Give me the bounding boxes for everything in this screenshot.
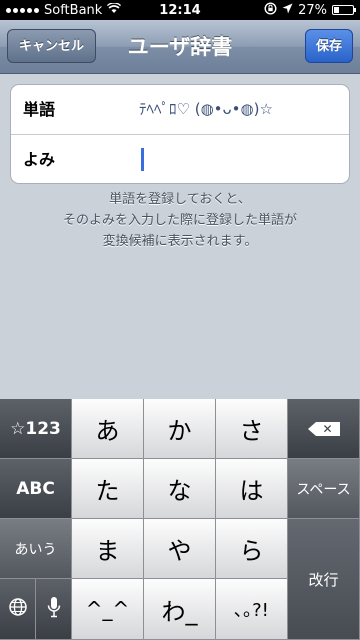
microphone-key[interactable]: [36, 579, 72, 640]
numbers-key[interactable]: ☆123: [0, 399, 72, 459]
word-entry-form: 単語 ﾃﾍﾍﾟﾛ♡ (◍•ᴗ•◍)☆ よみ: [10, 84, 350, 184]
help-line-2: そのよみを入力した際に登録した単語が: [62, 213, 297, 228]
key-sa[interactable]: さ: [216, 399, 288, 459]
help-line-1: 単語を登録しておくと、: [109, 192, 251, 207]
text-cursor: [141, 148, 144, 171]
key-punctuation[interactable]: ､｡?!: [216, 579, 288, 640]
word-field[interactable]: ﾃﾍﾍﾟﾛ♡ (◍•ᴗ•◍)☆: [139, 85, 273, 134]
return-key[interactable]: 改行: [288, 519, 360, 640]
key-ra[interactable]: ら: [216, 519, 288, 579]
space-key[interactable]: スペース: [288, 459, 360, 519]
microphone-icon: [47, 596, 61, 623]
key-ya[interactable]: や: [144, 519, 216, 579]
carrier-name: SoftBank: [44, 2, 103, 18]
key-wa[interactable]: わ_: [144, 579, 216, 640]
help-line-3: 変換候補に表示されます。: [102, 234, 258, 249]
reading-row[interactable]: よみ: [11, 135, 349, 184]
status-bar: SoftBank 12:14 27%: [0, 0, 360, 20]
battery-icon: [332, 5, 356, 15]
key-ka[interactable]: か: [144, 399, 216, 459]
key-a[interactable]: あ: [72, 399, 144, 459]
save-button[interactable]: 保存: [305, 29, 353, 63]
globe-key[interactable]: [0, 579, 36, 640]
rotation-lock-icon: [264, 1, 277, 19]
help-text: 単語を登録しておくと、 そのよみを入力した際に登録した単語が 変換候補に表示され…: [0, 189, 360, 252]
key-emoticon[interactable]: ^_^: [72, 579, 144, 640]
status-right: 27%: [264, 1, 356, 19]
backspace-icon: ✕: [307, 421, 340, 436]
backspace-key[interactable]: ✕: [288, 399, 360, 459]
location-arrow-icon: [282, 3, 293, 18]
key-na[interactable]: な: [144, 459, 216, 519]
kana-key[interactable]: あいう: [0, 519, 72, 579]
abc-key[interactable]: ABC: [0, 459, 72, 519]
status-left: SoftBank: [6, 1, 122, 18]
cancel-button[interactable]: キャンセル: [7, 29, 96, 63]
signal-strength-icon: [6, 7, 39, 13]
word-row[interactable]: 単語 ﾃﾍﾍﾟﾛ♡ (◍•ᴗ•◍)☆: [11, 85, 349, 135]
reading-label: よみ: [23, 150, 56, 169]
kana-keyboard: ☆123 ABC あいう あ か さ た な は ま や ら ^_^ わ_ ､｡…: [0, 399, 360, 640]
key-ha[interactable]: は: [216, 459, 288, 519]
battery-percent: 27%: [298, 2, 327, 18]
word-label: 単語: [23, 100, 56, 119]
key-ma[interactable]: ま: [72, 519, 144, 579]
wifi-icon: [107, 1, 122, 18]
globe-icon: [8, 597, 28, 622]
key-ta[interactable]: た: [72, 459, 144, 519]
navigation-bar: ユーザ辞書 キャンセル 保存: [0, 20, 360, 74]
